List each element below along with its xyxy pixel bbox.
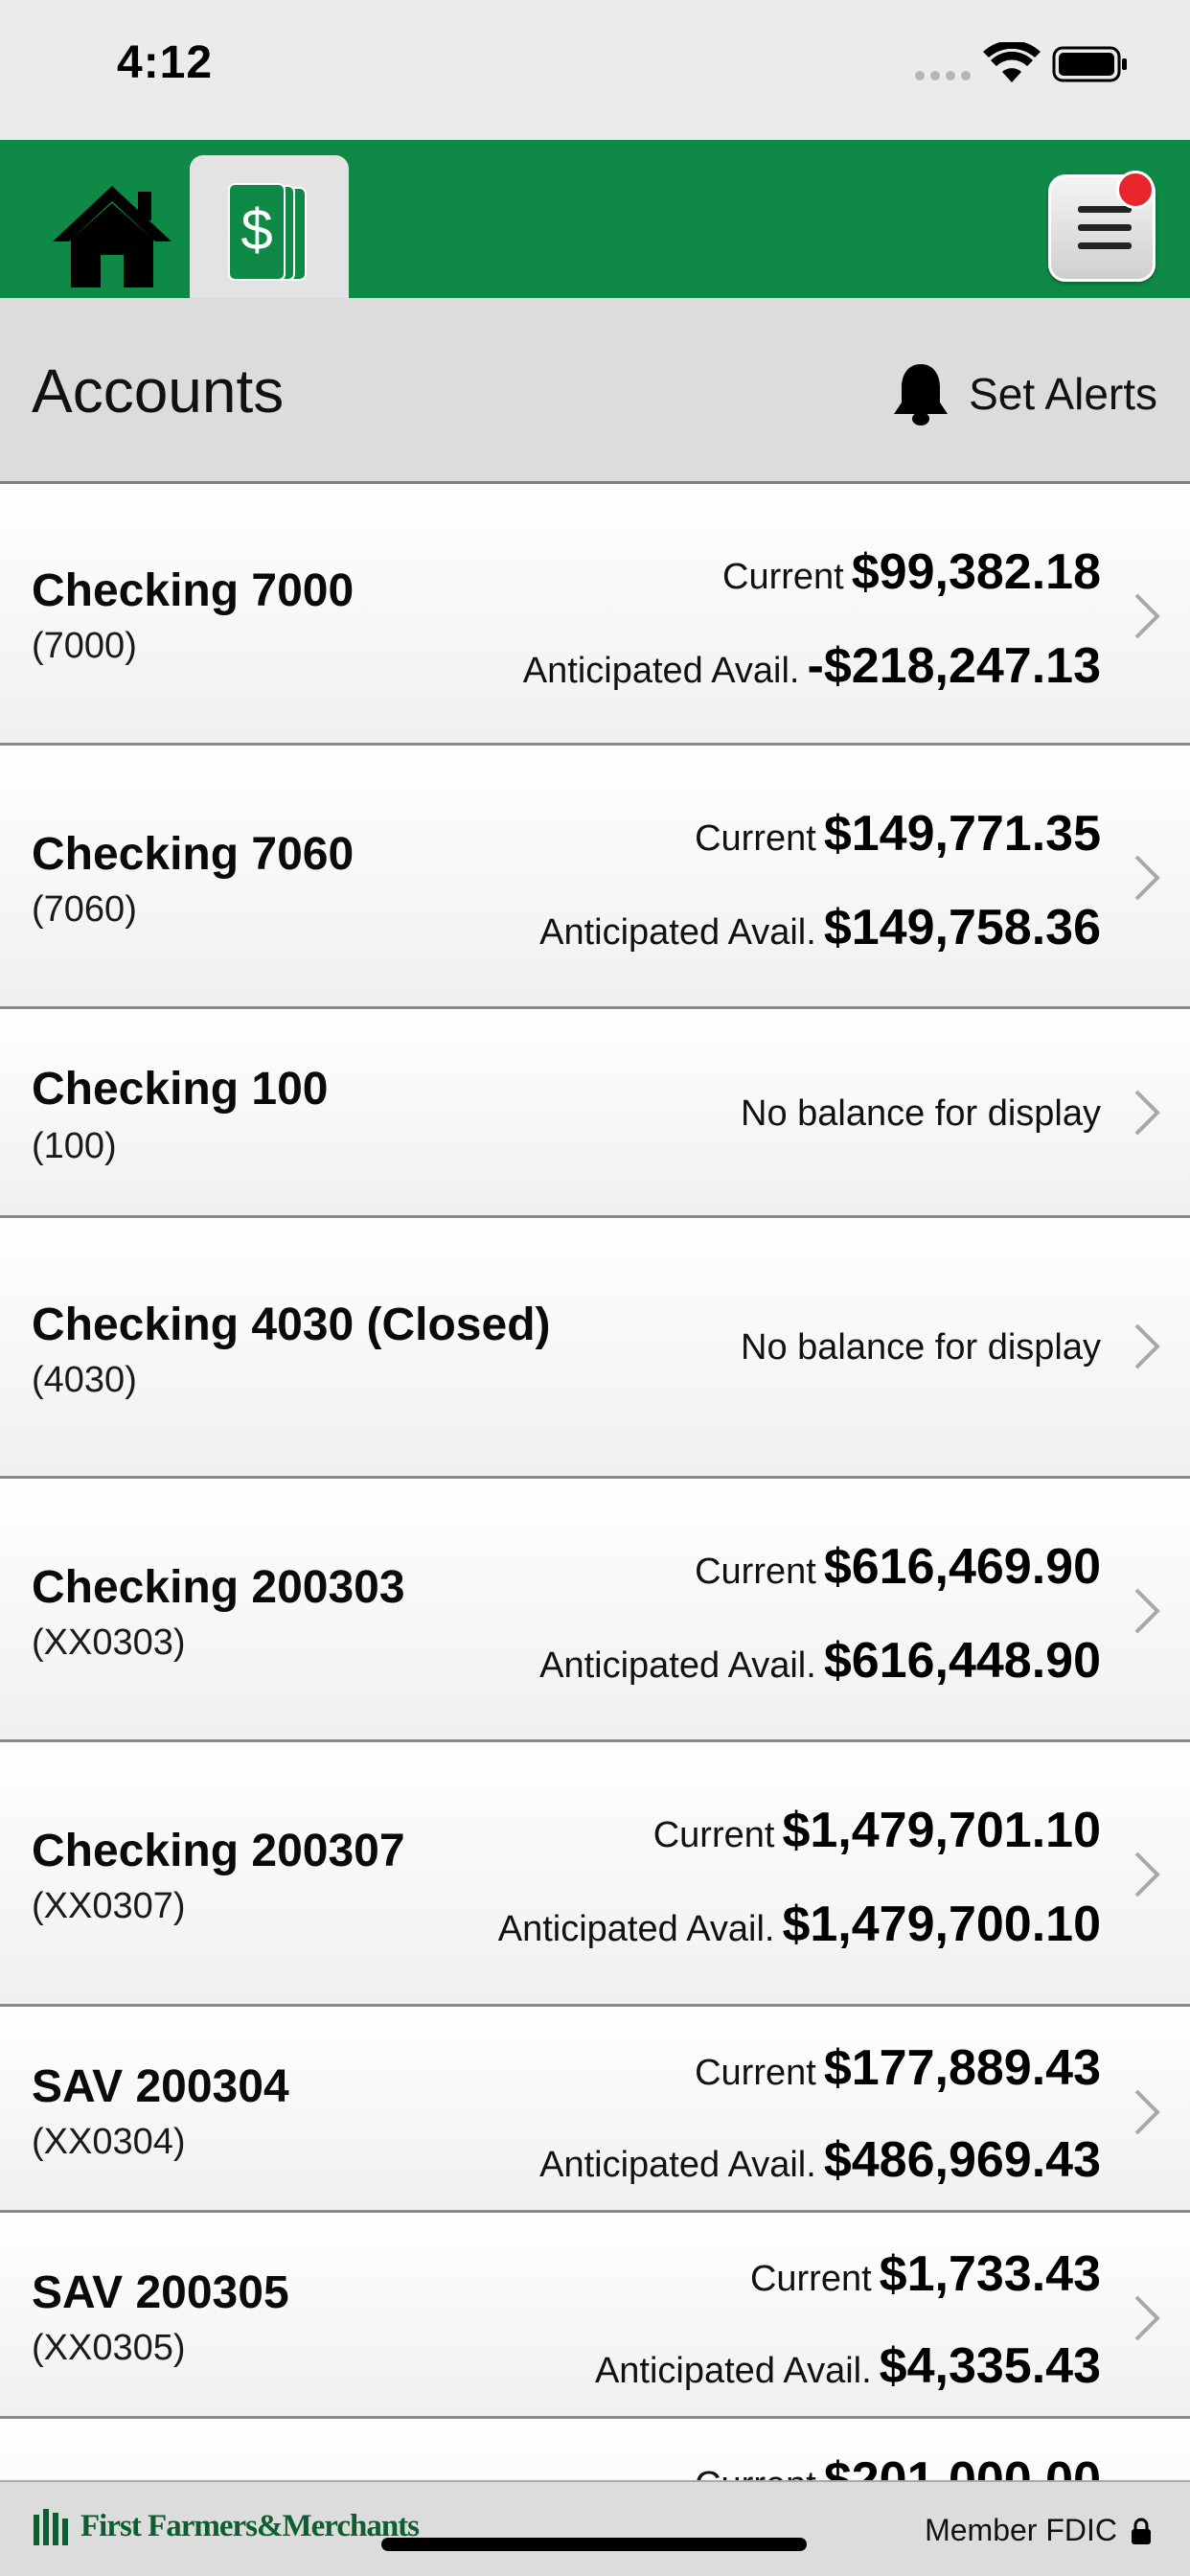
battery-icon [1052, 46, 1127, 82]
lock-icon [1132, 2518, 1151, 2544]
chevron-right-icon [1134, 855, 1160, 901]
chevron-right-icon [1134, 1090, 1160, 1136]
account-name: Checking 200307 [32, 1826, 405, 1876]
account-row[interactable]: SAV 200304 (XX0304) Current $177,889.43 … [0, 2007, 1190, 2213]
fdic-notice: Member FDIC [925, 2513, 1152, 2548]
no-balance-text: No balance for display [741, 1327, 1101, 1368]
account-row[interactable]: Checking 4030 (Closed) (4030) No balance… [0, 1218, 1190, 1479]
account-number: (XX0304) [32, 2122, 186, 2162]
account-name: Checking 4030 (Closed) [32, 1300, 551, 1350]
bank-logo: First Farmers&Merchants [31, 2507, 420, 2545]
account-number: (XX0303) [32, 1622, 186, 1663]
anticipated-balance: Anticipated Avail. $1,479,700.10 [497, 1897, 1101, 1952]
set-alerts-button[interactable]: Set Alerts [890, 356, 1157, 432]
current-balance: Current $99,382.18 [722, 544, 1101, 600]
anticipated-balance: Anticipated Avail. $149,758.36 [539, 900, 1101, 955]
account-row[interactable]: Checking 7060 (7060) Current $149,771.35… [0, 746, 1190, 1009]
bell-icon [894, 364, 949, 426]
cellular-signal-icon [915, 71, 971, 80]
page-header: Accounts Set Alerts [0, 298, 1190, 484]
accounts-money-icon: $ [228, 183, 307, 281]
chevron-right-icon [1134, 2295, 1160, 2341]
status-bar: 4:12 [0, 0, 1190, 140]
account-row[interactable]: Checking 7000 (7000) Current $99,382.18 … [0, 484, 1190, 746]
wifi-icon [983, 42, 1041, 82]
current-balance: Current $177,889.43 [695, 2040, 1101, 2096]
chevron-right-icon [1134, 1852, 1160, 1898]
chevron-right-icon [1134, 593, 1160, 639]
account-name: Checking 7000 [32, 565, 355, 616]
anticipated-balance: Anticipated Avail. $486,969.43 [539, 2132, 1101, 2188]
account-row[interactable]: Checking 100 (100) No balance for displa… [0, 1009, 1190, 1218]
account-row[interactable]: Checking 200307 (XX0307) Current $1,479,… [0, 1742, 1190, 2007]
current-balance: Current $1,733.43 [749, 2246, 1101, 2302]
svg-text:$: $ [240, 197, 272, 262]
account-name: Checking 100 [32, 1064, 329, 1115]
account-number: (4030) [32, 1360, 137, 1400]
chevron-right-icon [1134, 1588, 1160, 1634]
fdic-label: Member FDIC [925, 2513, 1117, 2547]
account-name: Checking 7060 [32, 829, 355, 880]
account-number: (100) [32, 1126, 117, 1166]
current-balance: Current $201,000.00 [695, 2452, 1101, 2480]
account-number: (XX0305) [32, 2328, 186, 2368]
anticipated-balance: Anticipated Avail. -$218,247.13 [522, 638, 1101, 694]
account-row[interactable]: SAV 200305 (XX0305) Current $1,733.43 An… [0, 2213, 1190, 2419]
account-name: Checking 200303 [32, 1562, 405, 1613]
anticipated-balance: Anticipated Avail. $4,335.43 [594, 2338, 1101, 2394]
set-alerts-label: Set Alerts [969, 369, 1157, 419]
status-time: 4:12 [117, 37, 214, 88]
notification-badge [1116, 171, 1155, 209]
top-nav-bar [0, 140, 1190, 298]
anticipated-balance: Anticipated Avail. $616,448.90 [539, 1633, 1101, 1689]
account-number: (7000) [32, 626, 137, 666]
current-balance: Current $616,469.90 [695, 1539, 1101, 1595]
current-balance: Current $149,771.35 [695, 806, 1101, 862]
account-name: SAV 200305 [32, 2267, 289, 2318]
home-icon[interactable] [50, 182, 174, 289]
account-number: (7060) [32, 889, 137, 930]
account-list[interactable]: Checking 7000 (7000) Current $99,382.18 … [0, 484, 1190, 2480]
account-row[interactable]: Checking 200303 (XX0303) Current $616,46… [0, 1479, 1190, 1742]
home-indicator[interactable] [381, 2538, 807, 2551]
current-balance: Current $1,479,701.10 [652, 1803, 1101, 1858]
account-number: (XX0307) [32, 1886, 186, 1926]
accounts-tab[interactable]: $ [190, 155, 349, 298]
footer: First Farmers&Merchants Member FDIC [0, 2480, 1190, 2576]
wheat-logo-icon [34, 2509, 68, 2545]
account-row[interactable]: Current $201,000.00 [0, 2419, 1190, 2480]
bank-name: First Farmers&Merchants [80, 2508, 420, 2543]
no-balance-text: No balance for display [741, 1093, 1101, 1134]
chevron-right-icon [1134, 2089, 1160, 2135]
chevron-right-icon [1134, 1323, 1160, 1369]
account-name: SAV 200304 [32, 2061, 289, 2112]
page-title: Accounts [32, 356, 285, 426]
